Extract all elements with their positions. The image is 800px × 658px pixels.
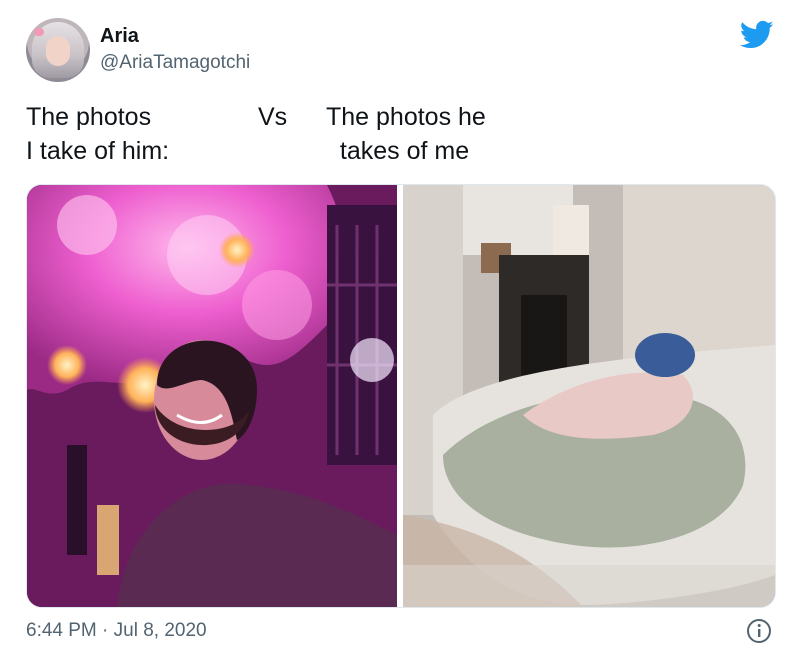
author-display-name[interactable]: Aria bbox=[100, 24, 139, 48]
photo-blurry-bedroom[interactable] bbox=[403, 185, 775, 607]
tweet-card: Aria @AriaTamagotchi The photos I take o… bbox=[0, 0, 800, 658]
tweet-media[interactable] bbox=[26, 184, 776, 608]
tweet-text-right: The photos he takes of me bbox=[326, 103, 486, 165]
tweet-text-left: The photos I take of him: bbox=[26, 103, 170, 165]
author-handle[interactable]: @AriaTamagotchi bbox=[100, 52, 250, 74]
twitter-bird-icon[interactable] bbox=[740, 20, 774, 50]
tweet-timestamp[interactable]: 6:44 PM · Jul 8, 2020 bbox=[26, 620, 207, 642]
info-icon[interactable] bbox=[746, 618, 772, 644]
tweet-text-vs: Vs bbox=[258, 103, 288, 131]
photo-man-under-pink-blossom-ceiling[interactable] bbox=[27, 185, 397, 607]
author-avatar[interactable] bbox=[26, 18, 90, 82]
